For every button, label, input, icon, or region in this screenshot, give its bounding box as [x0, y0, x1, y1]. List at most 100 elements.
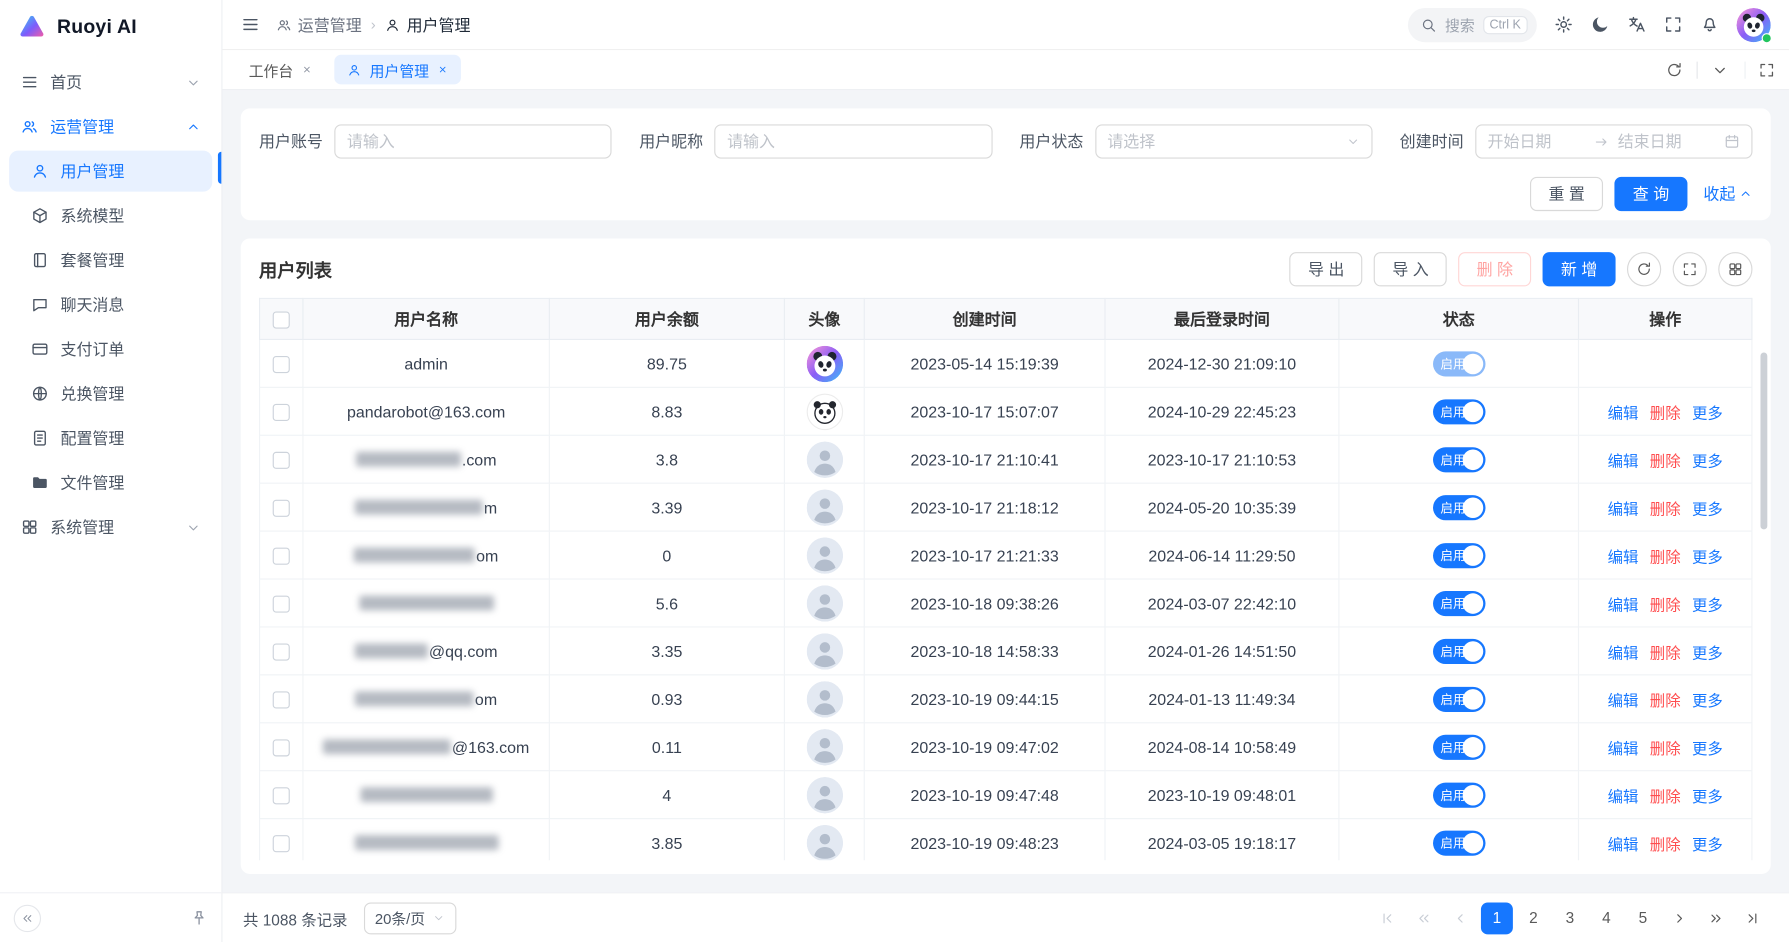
delete-link[interactable]: 删除 [1650, 592, 1681, 615]
refresh-table-button[interactable] [1627, 252, 1661, 286]
delete-link[interactable]: 删除 [1650, 639, 1681, 662]
menu-toggle-icon[interactable] [241, 15, 260, 34]
refresh-tab-icon[interactable] [1666, 61, 1683, 78]
status-toggle[interactable]: 启用 [1432, 399, 1484, 424]
sidebar-item-home[interactable]: 首页 [9, 62, 212, 103]
row-checkbox[interactable] [273, 548, 290, 565]
edit-link[interactable]: 编辑 [1608, 831, 1639, 854]
page-first-button[interactable] [1371, 902, 1403, 934]
delete-link[interactable]: 删除 [1650, 687, 1681, 710]
status-toggle[interactable]: 启用 [1432, 447, 1484, 472]
status-toggle[interactable]: 启用 [1432, 782, 1484, 807]
row-checkbox[interactable] [273, 739, 290, 756]
status-toggle[interactable]: 启用 [1432, 686, 1484, 711]
delete-link[interactable]: 删除 [1650, 783, 1681, 806]
sidebar-item-packages[interactable]: 套餐管理 [9, 240, 212, 281]
settings-gear-icon[interactable] [1554, 15, 1573, 34]
chevron-down-icon[interactable] [1711, 61, 1728, 78]
edit-link[interactable]: 编辑 [1608, 496, 1639, 519]
delete-link[interactable]: 删除 [1650, 735, 1681, 758]
app-logo[interactable]: Ruoyi AI [0, 0, 221, 55]
account-input[interactable] [334, 124, 612, 158]
sidebar-item-chat[interactable]: 聊天消息 [9, 284, 212, 325]
page-back-button[interactable] [1408, 902, 1440, 934]
page-size-select[interactable]: 20条/页 [363, 902, 456, 934]
pin-icon[interactable] [191, 909, 208, 926]
edit-link[interactable]: 编辑 [1608, 639, 1639, 662]
status-select[interactable]: 请选择 [1095, 124, 1373, 158]
content-fullscreen-button[interactable] [1744, 61, 1775, 78]
notifications-bell-icon[interactable] [1700, 15, 1719, 34]
status-toggle[interactable]: 启用 [1432, 351, 1484, 376]
sidebar-item-system[interactable]: 系统管理 [9, 507, 212, 548]
nickname-input[interactable] [715, 124, 993, 158]
sidebar-item-files[interactable]: 文件管理 [9, 462, 212, 503]
collapse-filter-link[interactable]: 收起 [1703, 183, 1752, 206]
user-avatar[interactable] [1737, 7, 1771, 41]
more-link[interactable]: 更多 [1692, 639, 1723, 662]
more-link[interactable]: 更多 [1692, 831, 1723, 854]
row-checkbox[interactable] [273, 404, 290, 421]
more-link[interactable]: 更多 [1692, 687, 1723, 710]
row-checkbox[interactable] [273, 452, 290, 469]
column-settings-button[interactable] [1718, 252, 1752, 286]
translate-icon[interactable] [1627, 15, 1646, 34]
breadcrumb-operations[interactable]: 运营管理 [276, 13, 362, 36]
edit-link[interactable]: 编辑 [1608, 592, 1639, 615]
more-link[interactable]: 更多 [1692, 592, 1723, 615]
table-scrollbar-thumb[interactable] [1760, 353, 1767, 530]
status-toggle[interactable]: 启用 [1432, 590, 1484, 615]
page-4-button[interactable]: 4 [1590, 902, 1622, 934]
more-link[interactable]: 更多 [1692, 448, 1723, 471]
select-all-checkbox[interactable] [273, 311, 290, 328]
page-forward-button[interactable] [1700, 902, 1732, 934]
edit-link[interactable]: 编辑 [1608, 544, 1639, 567]
row-checkbox[interactable] [273, 691, 290, 708]
delete-link[interactable]: 删除 [1650, 544, 1681, 567]
sidebar-item-orders[interactable]: 支付订单 [9, 329, 212, 370]
row-checkbox[interactable] [273, 787, 290, 804]
row-checkbox[interactable] [273, 500, 290, 517]
more-link[interactable]: 更多 [1692, 400, 1723, 423]
edit-link[interactable]: 编辑 [1608, 783, 1639, 806]
page-prev-button[interactable] [1444, 902, 1476, 934]
delete-button[interactable]: 删 除 [1458, 252, 1531, 286]
date-range-picker[interactable]: 开始日期 结束日期 [1475, 124, 1753, 158]
row-checkbox[interactable] [273, 835, 290, 852]
sidebar-item-config[interactable]: 配置管理 [9, 418, 212, 459]
status-toggle[interactable]: 启用 [1432, 495, 1484, 520]
edit-link[interactable]: 编辑 [1608, 448, 1639, 471]
page-3-button[interactable]: 3 [1554, 902, 1586, 934]
status-toggle[interactable]: 启用 [1432, 734, 1484, 759]
more-link[interactable]: 更多 [1692, 544, 1723, 567]
reset-button[interactable]: 重 置 [1530, 177, 1603, 211]
close-icon[interactable] [301, 64, 312, 75]
add-button[interactable]: 新 增 [1543, 252, 1616, 286]
delete-link[interactable]: 删除 [1650, 400, 1681, 423]
delete-link[interactable]: 删除 [1650, 831, 1681, 854]
tab-users[interactable]: 用户管理 [334, 55, 461, 85]
edit-link[interactable]: 编辑 [1608, 400, 1639, 423]
global-search[interactable]: 搜索 Ctrl K [1408, 7, 1536, 41]
fullscreen-icon[interactable] [1663, 15, 1682, 34]
page-1-button[interactable]: 1 [1481, 902, 1513, 934]
table-fullscreen-button[interactable] [1673, 252, 1707, 286]
close-icon[interactable] [437, 64, 448, 75]
tab-workbench[interactable]: 工作台 [236, 55, 325, 85]
dark-mode-moon-icon[interactable] [1590, 15, 1609, 34]
sidebar-collapse-button[interactable] [14, 904, 41, 931]
export-button[interactable]: 导 出 [1290, 252, 1363, 286]
more-link[interactable]: 更多 [1692, 783, 1723, 806]
delete-link[interactable]: 删除 [1650, 496, 1681, 519]
status-toggle[interactable]: 启用 [1432, 543, 1484, 568]
sidebar-item-exchange[interactable]: 兑换管理 [9, 373, 212, 414]
page-next-button[interactable] [1663, 902, 1695, 934]
row-checkbox[interactable] [273, 643, 290, 660]
delete-link[interactable]: 删除 [1650, 448, 1681, 471]
page-5-button[interactable]: 5 [1627, 902, 1659, 934]
page-last-button[interactable] [1737, 902, 1769, 934]
row-checkbox[interactable] [273, 595, 290, 612]
sidebar-item-operations[interactable]: 运营管理 [9, 106, 212, 147]
row-checkbox[interactable] [273, 356, 290, 373]
import-button[interactable]: 导 入 [1374, 252, 1447, 286]
